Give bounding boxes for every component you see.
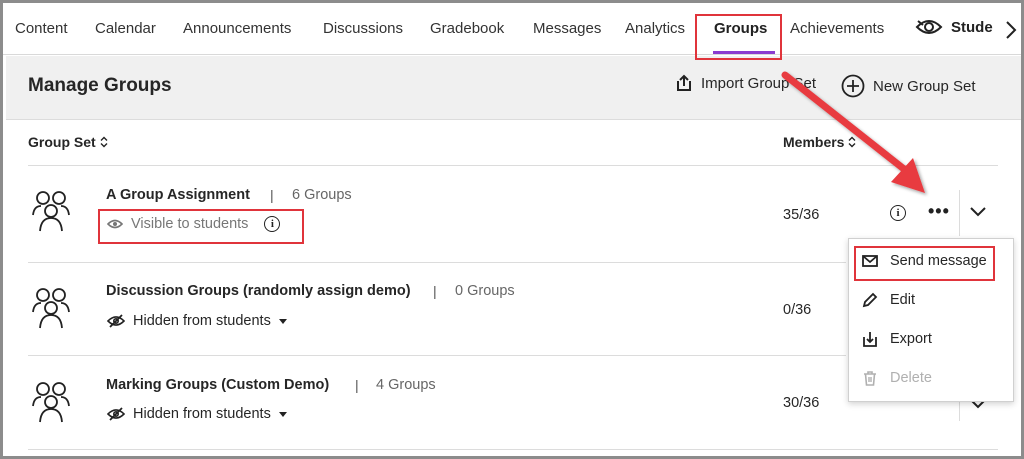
name-separator: | (270, 187, 274, 203)
menu-item-edit[interactable]: Edit (862, 292, 915, 308)
members-count: 35/36 (783, 207, 820, 223)
tab-discussions[interactable]: Discussions (323, 20, 403, 37)
student-preview-button[interactable]: Stude (915, 17, 993, 37)
row-divider (28, 355, 846, 356)
student-preview-label: Stude (951, 18, 993, 36)
caret-down-icon (278, 411, 287, 417)
chevron-right-icon[interactable] (1005, 20, 1017, 40)
group-set-actions-menu: Send message Edit Export Delete (848, 238, 1014, 402)
plus-circle-icon (841, 74, 865, 98)
group-count: 4 Groups (376, 377, 436, 393)
caret-down-icon (278, 318, 287, 324)
active-tab-indicator (713, 51, 775, 54)
group-people-icon (32, 288, 70, 329)
name-separator: | (433, 283, 437, 299)
group-people-icon (32, 382, 70, 423)
new-group-set-button[interactable]: New Group Set (841, 74, 976, 98)
visibility-dropdown[interactable]: Hidden from students (107, 406, 287, 422)
eye-icon (107, 219, 123, 229)
name-separator: | (355, 377, 359, 393)
tab-achievements[interactable]: Achievements (790, 20, 884, 37)
menu-item-delete: Delete (862, 370, 932, 386)
group-set-name[interactable]: A Group Assignment (106, 187, 250, 203)
export-icon (863, 332, 877, 347)
sort-icon (848, 136, 856, 148)
action-divider (959, 190, 960, 236)
page-title: Manage Groups (28, 75, 172, 96)
app-frame: Content Calendar Announcements Discussio… (0, 0, 1024, 459)
view-eye-icon (915, 20, 943, 34)
visibility-dropdown[interactable]: Hidden from students (107, 313, 287, 329)
visibility-label: Visible to students (131, 216, 249, 232)
course-nav: Content Calendar Announcements Discussio… (3, 3, 1021, 55)
visibility-status[interactable]: Visible to students i (107, 216, 281, 232)
info-icon[interactable]: i (264, 216, 281, 232)
header-divider (28, 165, 998, 166)
tab-calendar[interactable]: Calendar (95, 20, 156, 37)
menu-item-export[interactable]: Export (862, 331, 932, 347)
info-icon[interactable]: i (890, 205, 906, 221)
tab-gradebook[interactable]: Gradebook (430, 20, 504, 37)
menu-item-label: Edit (890, 292, 915, 308)
members-column-header[interactable]: Members (783, 134, 856, 150)
visibility-label: Hidden from students (133, 313, 271, 329)
tab-messages[interactable]: Messages (533, 20, 601, 37)
sort-icon (100, 136, 108, 148)
import-icon (677, 74, 691, 91)
group-count: 6 Groups (292, 187, 352, 203)
tab-analytics[interactable]: Analytics (625, 20, 685, 37)
import-group-set-button[interactable]: Import Group Set (675, 74, 816, 92)
menu-item-label: Send message (890, 253, 987, 269)
menu-item-label: Export (890, 331, 932, 347)
menu-item-send-message[interactable]: Send message (862, 253, 987, 269)
group-people-icon (32, 191, 70, 232)
tab-content[interactable]: Content (15, 20, 68, 37)
members-count: 0/36 (783, 302, 812, 318)
members-column-label: Members (783, 134, 845, 150)
group-set-name[interactable]: Discussion Groups (randomly assign demo) (106, 283, 411, 299)
menu-item-label: Delete (890, 370, 932, 386)
new-group-set-label: New Group Set (873, 77, 976, 95)
group-set-column-label: Group Set (28, 134, 96, 150)
visibility-label: Hidden from students (133, 406, 271, 422)
eye-slash-icon (107, 407, 125, 421)
envelope-icon (862, 255, 878, 267)
group-count: 0 Groups (455, 283, 515, 299)
row-divider (28, 449, 998, 450)
more-icon[interactable]: ••• (928, 201, 950, 222)
pencil-icon (862, 292, 878, 308)
group-set-name[interactable]: Marking Groups (Custom Demo) (106, 377, 329, 393)
eye-slash-icon (107, 314, 125, 328)
tab-announcements[interactable]: Announcements (183, 20, 291, 37)
members-count: 30/36 (783, 395, 820, 411)
import-group-set-label: Import Group Set (701, 74, 817, 92)
group-set-column-header[interactable]: Group Set (28, 134, 108, 150)
row-divider (28, 262, 846, 263)
trash-icon (864, 371, 876, 386)
chevron-down-icon[interactable] (969, 206, 987, 218)
tab-groups[interactable]: Groups (714, 20, 767, 37)
